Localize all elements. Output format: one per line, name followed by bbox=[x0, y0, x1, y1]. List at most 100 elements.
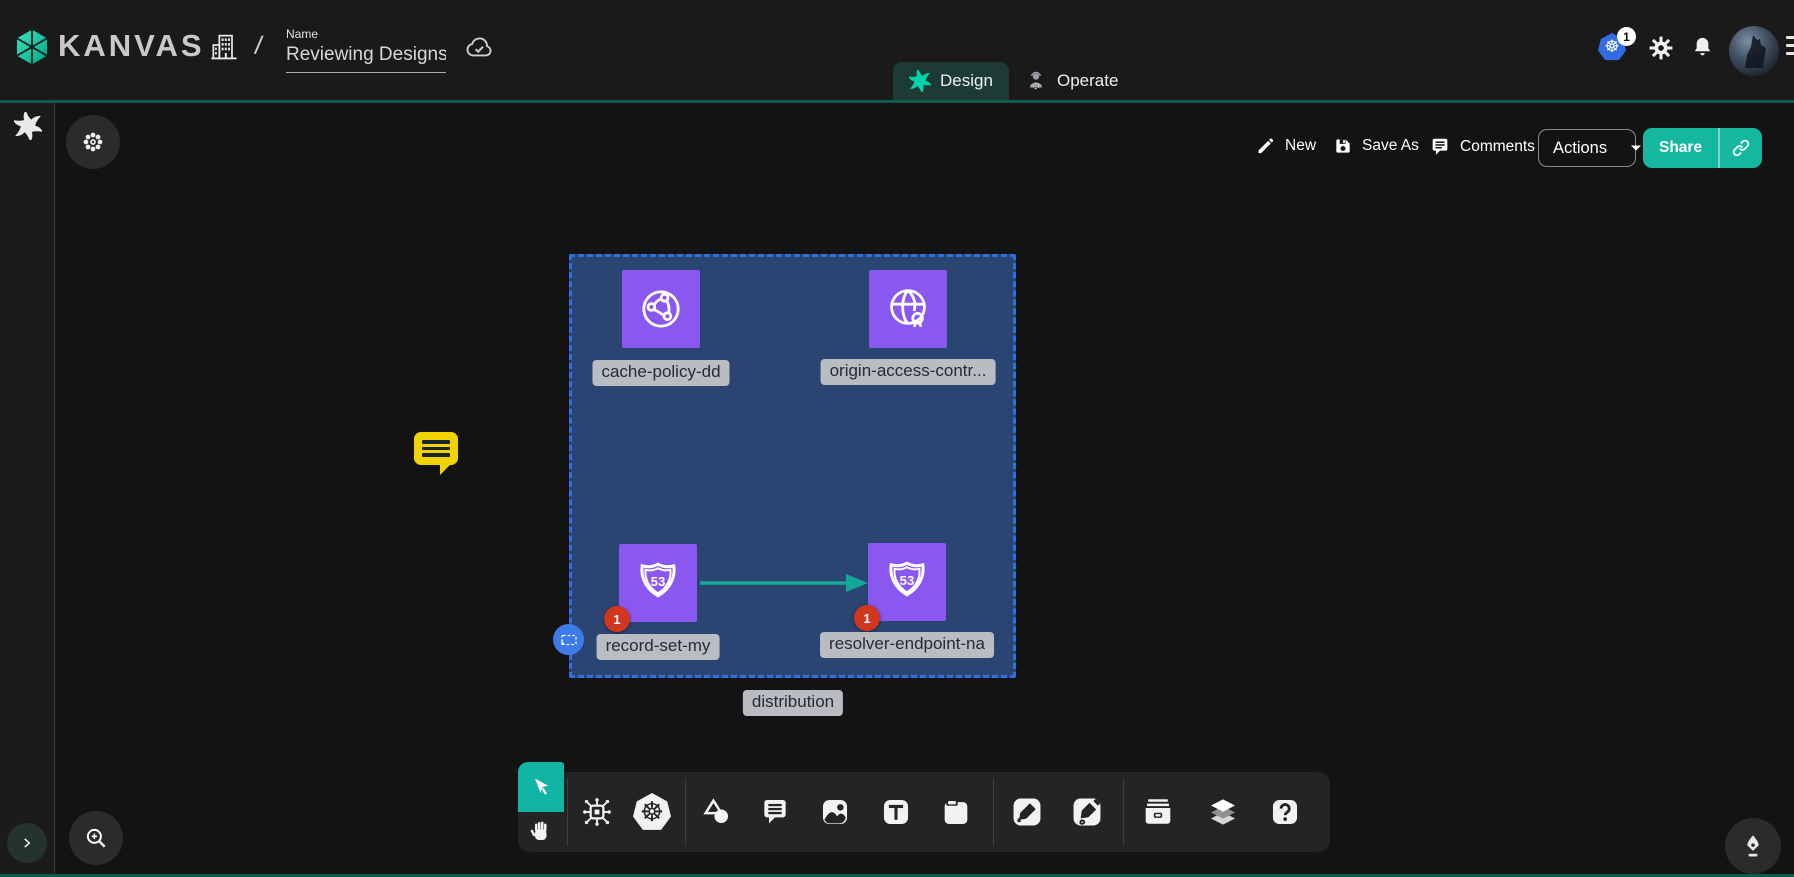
new-button-label: New bbox=[1285, 137, 1316, 155]
tab-operate-label: Operate bbox=[1057, 71, 1118, 91]
node-resolver-endpoint[interactable]: 53 bbox=[868, 543, 946, 621]
tab-design-label: Design bbox=[940, 71, 993, 91]
route53-resolver-endpoint-icon: 53 bbox=[883, 558, 931, 606]
svg-text:53: 53 bbox=[900, 573, 915, 588]
caret-down-icon bbox=[1630, 144, 1642, 152]
flower-icon bbox=[80, 129, 106, 155]
node-origin-access-control[interactable] bbox=[869, 270, 947, 348]
actions-button-label: Actions bbox=[1539, 130, 1621, 166]
drawer-archive-icon bbox=[1140, 794, 1176, 830]
tool-layers-button[interactable] bbox=[1201, 790, 1245, 834]
floppy-icon bbox=[1333, 136, 1353, 156]
kanvas-logo-icon[interactable] bbox=[13, 28, 51, 66]
group-label-distribution[interactable]: distribution bbox=[743, 690, 843, 716]
tool-help-button[interactable] bbox=[1263, 790, 1307, 834]
hand-icon bbox=[529, 820, 553, 844]
comment-bubble-icon bbox=[414, 432, 458, 465]
route53-record-set-icon: 53 bbox=[634, 559, 682, 607]
error-count-badge-record-set[interactable]: 1 bbox=[604, 606, 630, 632]
tool-comment-button[interactable] bbox=[753, 790, 797, 834]
note-card-icon bbox=[939, 795, 973, 829]
toolbar-divider bbox=[685, 778, 686, 846]
share-button-label: Share bbox=[1643, 128, 1718, 168]
tool-shapes-button[interactable] bbox=[695, 790, 739, 834]
kubernetes-context-count-badge: 1 bbox=[1617, 27, 1636, 46]
breadcrumb-separator: / bbox=[253, 30, 264, 62]
tool-edge-pen-button[interactable] bbox=[1005, 790, 1049, 834]
kubernetes-wheel-icon: ☸ bbox=[633, 793, 671, 831]
help-icon bbox=[1268, 795, 1302, 829]
node-cache-policy[interactable] bbox=[622, 270, 700, 348]
menu-hamburger-icon[interactable] bbox=[1786, 36, 1794, 55]
group-select-handle[interactable] bbox=[553, 624, 584, 655]
tool-text-button[interactable] bbox=[874, 790, 918, 834]
tool-media-button[interactable] bbox=[813, 790, 857, 834]
canvas-menu-button[interactable] bbox=[66, 115, 120, 169]
avatar-silhouette bbox=[1729, 26, 1779, 76]
edge-record-to-resolver[interactable] bbox=[698, 570, 872, 596]
tool-note-button[interactable] bbox=[934, 790, 978, 834]
node-record-set[interactable]: 53 bbox=[619, 544, 697, 622]
tool-integrations-button[interactable] bbox=[575, 790, 619, 834]
user-avatar[interactable] bbox=[1729, 26, 1779, 76]
save-as-button[interactable]: Save As bbox=[1333, 136, 1419, 156]
image-icon bbox=[818, 795, 852, 829]
new-button[interactable]: New bbox=[1256, 136, 1316, 156]
design-name-input[interactable] bbox=[286, 42, 446, 73]
pencil-icon bbox=[1256, 136, 1276, 156]
tool-drawer-button[interactable] bbox=[1136, 790, 1180, 834]
share-button[interactable]: Share bbox=[1643, 128, 1762, 168]
zoom-in-icon bbox=[83, 825, 109, 851]
node-label-cache-policy[interactable]: cache-policy-dd bbox=[592, 360, 729, 386]
design-name-label: Name bbox=[286, 27, 318, 41]
toolbar-divider bbox=[993, 778, 994, 846]
tab-design[interactable]: Design bbox=[893, 62, 1009, 100]
organization-building-icon[interactable] bbox=[208, 31, 240, 63]
left-sidebar bbox=[0, 103, 55, 877]
tool-kubernetes-button[interactable]: ☸ bbox=[630, 790, 674, 834]
app-header: KANVAS / Name bbox=[0, 0, 1794, 100]
toolbar-divider bbox=[567, 778, 568, 846]
kanvas-app: KANVAS / Name bbox=[0, 0, 1794, 877]
node-label-resolver-endpoint[interactable]: resolver-endpoint-na bbox=[820, 632, 994, 658]
meshery-spiral-icon[interactable] bbox=[14, 112, 42, 140]
link-icon bbox=[1731, 138, 1751, 158]
chip-icon bbox=[580, 795, 614, 829]
shapes-icon bbox=[700, 795, 734, 829]
logo-text: KANVAS bbox=[58, 28, 205, 64]
pen-nib-icon bbox=[1739, 832, 1767, 860]
pen-mode-button[interactable] bbox=[1725, 818, 1781, 874]
cloud-sync-icon bbox=[464, 33, 494, 59]
save-as-button-label: Save As bbox=[1362, 137, 1419, 155]
copy-link-button[interactable] bbox=[1720, 128, 1762, 168]
freehand-pencil-icon bbox=[1070, 795, 1104, 829]
operate-tab-person-icon bbox=[1024, 69, 1048, 93]
error-count-badge-resolver-endpoint[interactable]: 1 bbox=[854, 605, 880, 631]
cursor-icon bbox=[529, 775, 553, 799]
comment-bubble-tail bbox=[440, 463, 452, 475]
tab-operate[interactable]: Operate bbox=[1008, 62, 1134, 100]
comment-marker[interactable] bbox=[414, 432, 458, 470]
notifications-bell-icon[interactable] bbox=[1690, 34, 1715, 61]
svg-text:53: 53 bbox=[651, 574, 666, 589]
actions-button[interactable]: Actions bbox=[1538, 129, 1636, 167]
comments-button-label: Comments bbox=[1460, 138, 1535, 156]
comment-tool-icon bbox=[759, 796, 791, 828]
settings-gear-icon[interactable] bbox=[1648, 35, 1674, 61]
dashed-selection-icon bbox=[558, 629, 580, 651]
edge-pen-icon bbox=[1010, 795, 1044, 829]
chevron-right-icon bbox=[18, 834, 36, 852]
tool-freehand-button[interactable] bbox=[1065, 790, 1109, 834]
text-icon bbox=[879, 795, 913, 829]
header-divider bbox=[0, 100, 1794, 103]
node-label-record-set[interactable]: record-set-my bbox=[597, 634, 720, 660]
node-label-origin-access-control[interactable]: origin-access-contr... bbox=[821, 359, 996, 385]
tool-select-button[interactable] bbox=[518, 762, 564, 812]
sidebar-expand-button[interactable] bbox=[7, 823, 47, 863]
tool-pan-button[interactable] bbox=[518, 812, 564, 852]
cloudfront-cache-policy-icon bbox=[637, 285, 685, 333]
comment-icon bbox=[1429, 136, 1451, 158]
layers-icon bbox=[1205, 794, 1241, 830]
comments-button[interactable]: Comments bbox=[1429, 136, 1535, 158]
zoom-in-button[interactable] bbox=[69, 811, 123, 865]
